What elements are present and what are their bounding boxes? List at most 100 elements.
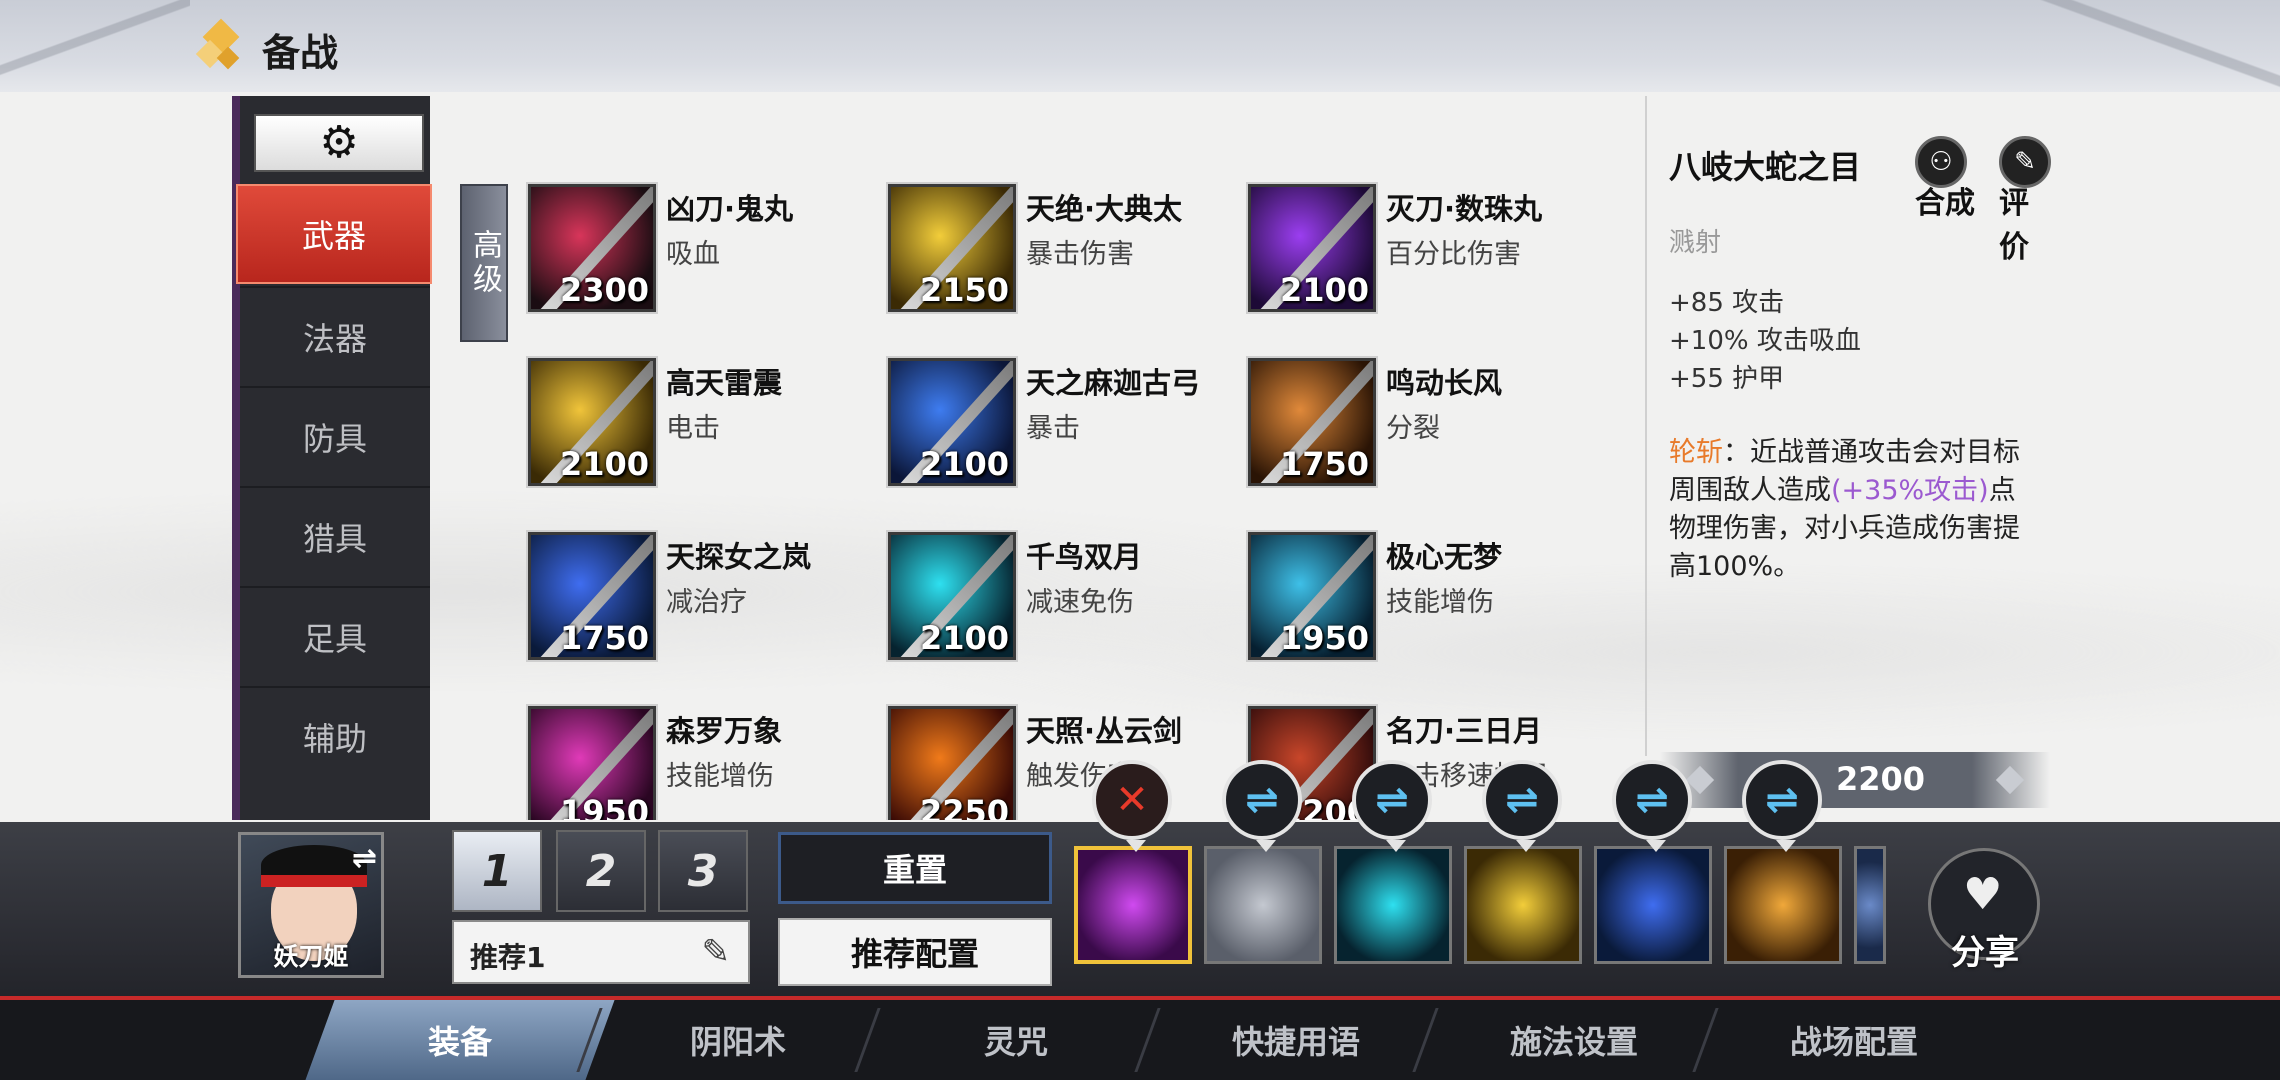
item-grid: 2300 凶刀·鬼丸吸血 2150 天绝·大典太 暴击伤害 2100 灭刀·数珠丸 百分比伤害…: [520, 170, 1620, 820]
equipped-slot-twin-blades[interactable]: [1334, 846, 1452, 964]
sidebar-item-magic[interactable]: 法器: [240, 286, 430, 386]
detail-price: 2200: [1836, 760, 1926, 798]
item-name: 凶刀·鬼丸: [666, 192, 794, 226]
roof-ornament-left: [0, 0, 190, 92]
detail-stats: +85 攻击 +10% 攻击吸血 +55 护甲: [1669, 284, 1861, 398]
item-price: 1750: [1279, 445, 1369, 483]
item-icon: 2300: [526, 182, 658, 314]
merge-tree-icon: ⚇: [1929, 147, 1953, 177]
item-desc: 分裂: [1386, 413, 1440, 444]
loadout-slot-3[interactable]: 3: [658, 830, 748, 912]
item-icon: 2150: [886, 182, 1018, 314]
detail-subtitle: 溅射: [1669, 228, 1722, 258]
gear-icon: ⚙: [319, 117, 359, 168]
item-card[interactable]: 2100 千鸟双月减速免伤: [880, 518, 1240, 662]
detail-price-bar[interactable]: 2200: [1660, 752, 2050, 808]
item-card[interactable]: 2100 灭刀·数珠丸 百分比伤害: [1240, 170, 1600, 314]
item-icon: 1950: [1246, 530, 1378, 662]
item-desc: 减治疗: [666, 587, 747, 618]
equipped-slot-purple-orb[interactable]: [1074, 846, 1192, 964]
item-card[interactable]: 1950 极心无梦 技能增伤: [1240, 518, 1600, 662]
item-desc: 百分比伤害: [1386, 239, 1521, 270]
item-icon: 2100: [1246, 182, 1378, 314]
swap-icon[interactable]: ⇌: [1612, 760, 1692, 852]
item-card[interactable]: 2100 天之麻迦古弓 暴击: [880, 344, 1240, 488]
loadout-slot-2[interactable]: 2: [556, 830, 646, 912]
swap-icon[interactable]: ⇌: [1482, 760, 1562, 852]
item-name: 天照·丛云剑: [1026, 714, 1183, 748]
sidebar-item-boots[interactable]: 足具: [240, 586, 430, 686]
rate-label[interactable]: 评价: [1999, 178, 2045, 266]
tab-label: 快捷用语: [1231, 1023, 1360, 1061]
preset-name: 推荐1: [470, 941, 546, 974]
remove-icon[interactable]: ✕: [1092, 760, 1172, 852]
item-name: 高天雷震: [666, 366, 783, 400]
sidebar-item-hunting[interactable]: 猎具: [240, 486, 430, 586]
heart-icon: ♥: [1963, 869, 2003, 920]
item-price: 2300: [559, 271, 649, 309]
detail-item-name: 八岐大蛇之目: [1669, 148, 1862, 186]
item-name: 名刀·三日月: [1386, 714, 1543, 748]
item-price: 2100: [919, 619, 1009, 657]
item-price: 2100: [559, 445, 649, 483]
equipped-slot-katana-gold[interactable]: [1464, 846, 1582, 964]
item-card[interactable]: 2300 凶刀·鬼丸吸血: [520, 170, 880, 314]
item-icon: 2100: [886, 530, 1018, 662]
sidebar-item-support[interactable]: 辅助: [240, 686, 430, 786]
reset-button[interactable]: 重置: [778, 832, 1052, 904]
item-price: 2100: [1279, 271, 1369, 309]
sidebar-item-armor[interactable]: 防具: [240, 386, 430, 486]
item-card[interactable]: 2100 高天雷震 电击: [520, 344, 880, 488]
item-name: 千鸟双月: [1026, 540, 1143, 574]
item-card[interactable]: 2150 天绝·大典太 暴击伤害: [880, 170, 1240, 314]
item-desc: 吸血: [666, 239, 720, 270]
sidebar-item-label: 猎具: [302, 520, 367, 558]
settings-button[interactable]: ⚙: [254, 114, 424, 172]
passive-description: 轮斩：近战普通攻击会对目标周围敌人造成(+35%攻击)点物理伤害，对小兵造成伤害…: [1669, 434, 2029, 586]
sidebar-item-label: 足具: [302, 620, 367, 658]
item-icon: 1750: [1246, 356, 1378, 488]
swap-icon[interactable]: ⇌: [1222, 760, 1302, 852]
preset-name-field[interactable]: 推荐1 ✎: [452, 920, 750, 984]
tab-2[interactable]: 灵咒: [861, 1000, 1170, 1080]
swap-icon[interactable]: ⇌: [1352, 760, 1432, 852]
recommend-config-button[interactable]: 推荐配置: [778, 918, 1052, 986]
item-desc: 技能增伤: [1386, 587, 1494, 618]
sidebar-item-label: 法器: [302, 320, 367, 358]
item-name: 灭刀·数珠丸: [1386, 192, 1543, 226]
tab-label: 阴阳术: [689, 1023, 786, 1061]
item-name: 天之麻迦古弓: [1026, 366, 1201, 400]
sidebar-item-weapon[interactable]: 武器: [236, 184, 432, 284]
tab-1[interactable]: 阴阳术: [583, 1000, 892, 1080]
item-desc: 暴击: [1026, 413, 1080, 444]
item-price: 2250: [919, 793, 1009, 820]
loadout-slot-1[interactable]: 1: [452, 830, 542, 912]
item-name: 鸣动长风: [1386, 366, 1503, 400]
hero-avatar[interactable]: ⇌ 妖刀姬: [238, 832, 384, 978]
equipped-slot-blue-bow[interactable]: [1594, 846, 1712, 964]
item-desc: 减速免伤: [1026, 587, 1134, 618]
item-price: 2150: [919, 271, 1009, 309]
item-card[interactable]: 1750 天探女之岚 减治疗: [520, 518, 880, 662]
item-card[interactable]: 1950 森罗万象 技能增伤: [520, 692, 880, 820]
tier-tag-advanced[interactable]: 高级: [460, 184, 508, 342]
equipped-slot-golden-relic[interactable]: [1724, 846, 1842, 964]
equipped-slot-partial-item[interactable]: [1854, 846, 1886, 964]
tab-3[interactable]: 快捷用语: [1141, 1000, 1450, 1080]
pencil-icon[interactable]: ✎: [702, 932, 731, 972]
diamond-logo-icon: [195, 18, 246, 80]
item-card[interactable]: 1750 鸣动长风分裂: [1240, 344, 1600, 488]
share-label: 分享: [1951, 933, 2019, 973]
tab-0[interactable]: 装备: [305, 1000, 615, 1080]
tab-label: 灵咒: [983, 1023, 1048, 1061]
merge-label[interactable]: 合成: [1915, 178, 1975, 222]
item-price: 1950: [1279, 619, 1369, 657]
roof-ornament-right: [2020, 0, 2280, 92]
equipped-slot-boots[interactable]: [1204, 846, 1322, 964]
tab-4[interactable]: 施法设置: [1419, 1000, 1728, 1080]
tab-5[interactable]: 战场配置: [1699, 1000, 2008, 1080]
share-button[interactable]: ♥ 分享: [1928, 848, 2040, 973]
swap-icon[interactable]: ⇌: [1742, 760, 1822, 852]
item-card[interactable]: 2250 天照·丛云剑 触发伤害: [880, 692, 1240, 820]
item-icon: 2100: [526, 356, 658, 488]
